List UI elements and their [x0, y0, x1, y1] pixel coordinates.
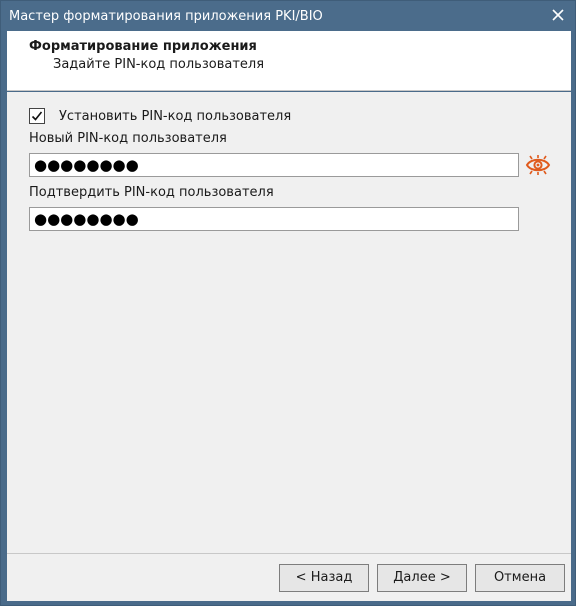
wizard-window: Мастер форматирования приложения PKI/BIO… [0, 0, 576, 606]
checkmark-icon [31, 111, 43, 121]
close-icon[interactable] [551, 8, 565, 22]
new-pin-value: ●●●●●●●● [34, 155, 139, 174]
confirm-pin-value: ●●●●●●●● [34, 209, 139, 228]
confirm-pin-label: Подтвердить PIN-код пользователя [29, 185, 274, 200]
wizard-footer: < Назад Далее > Отмена [7, 553, 571, 601]
set-pin-checkbox[interactable] [29, 108, 45, 124]
set-pin-checkbox-label: Установить PIN-код пользователя [59, 108, 292, 124]
cancel-button[interactable]: Отмена [475, 564, 565, 592]
wizard-content: Установить PIN-код пользователя Новый PI… [7, 92, 571, 553]
new-pin-field[interactable]: ●●●●●●●● [29, 153, 519, 177]
new-pin-label: Новый PIN-код пользователя [29, 131, 227, 146]
header-title: Форматирование приложения [29, 39, 257, 54]
wizard-header: Форматирование приложения Задайте PIN-ко… [7, 31, 571, 91]
next-button[interactable]: Далее > [377, 564, 467, 592]
back-button[interactable]: < Назад [279, 564, 369, 592]
confirm-pin-field[interactable]: ●●●●●●●● [29, 207, 519, 231]
set-pin-checkbox-row[interactable]: Установить PIN-код пользователя [29, 107, 291, 125]
title-bar[interactable]: Мастер форматирования приложения PKI/BIO [1, 1, 575, 31]
window-title: Мастер форматирования приложения PKI/BIO [9, 9, 323, 24]
header-subtitle: Задайте PIN-код пользователя [53, 57, 265, 72]
eye-icon[interactable] [525, 154, 551, 176]
